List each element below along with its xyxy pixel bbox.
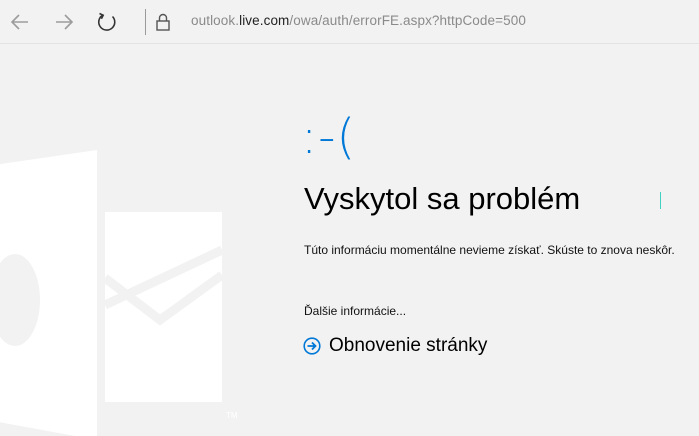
text-cursor xyxy=(660,192,661,209)
browser-toolbar: outlook.live.com/owa/auth/errorFE.aspx?h… xyxy=(0,0,699,44)
refresh-page-label: Obnovenie stránky xyxy=(329,335,488,356)
refresh-button[interactable] xyxy=(93,8,121,36)
refresh-icon xyxy=(98,12,116,31)
error-message: Túto informáciu momentálne nevieme získa… xyxy=(304,243,675,257)
url-path: /owa/auth/errorFE.aspx?httpCode=500 xyxy=(289,13,526,28)
sad-face-emoticon: :-( xyxy=(301,109,357,165)
more-info-link[interactable]: Ďalšie informácie... xyxy=(304,304,406,318)
error-title: Vyskytol sa problém xyxy=(304,181,581,216)
error-page: TM :-( Vyskytol sa problém Túto informác… xyxy=(0,45,699,436)
outlook-logo-icon: TM xyxy=(0,150,238,436)
toolbar-separator xyxy=(145,9,146,35)
back-arrow-icon xyxy=(10,14,28,30)
circle-arrow-right-icon xyxy=(303,337,321,355)
address-bar[interactable]: outlook.live.com/owa/auth/errorFE.aspx?h… xyxy=(191,13,526,28)
svg-text:TM: TM xyxy=(226,411,238,420)
refresh-page-link[interactable]: Obnovenie stránky xyxy=(303,335,487,357)
back-button[interactable] xyxy=(6,8,34,36)
forward-button[interactable] xyxy=(50,8,78,36)
lock-icon[interactable] xyxy=(155,12,171,32)
url-prefix: outlook. xyxy=(191,13,240,28)
forward-arrow-icon xyxy=(56,14,74,30)
url-host: live.com xyxy=(239,13,290,28)
